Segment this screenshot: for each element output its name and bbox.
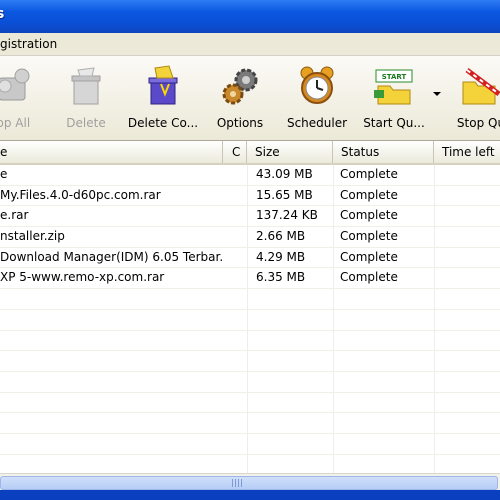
column-header-status[interactable]: Status: [333, 141, 434, 163]
title-bar[interactable]: s: [0, 0, 500, 33]
empty-row: [0, 393, 500, 414]
file-name-cell: XP 5-www.remo-xp.com.rar: [0, 270, 165, 285]
table-row[interactable]: nstaller.zip 2.66 MB Complete: [0, 227, 500, 248]
delete-icon: [71, 67, 101, 105]
stop-queue-label: Stop Qu: [456, 116, 500, 130]
svg-text:START: START: [382, 73, 407, 81]
stop-all-label: top All: [0, 116, 31, 130]
table-row[interactable]: e.rar 137.24 KB Complete: [0, 206, 500, 228]
empty-row: [0, 434, 500, 455]
delete-completed-button[interactable]: Delete Co...: [124, 58, 202, 136]
table-row[interactable]: e 43.09 MB Complete: [0, 165, 500, 186]
column-header-q[interactable]: C: [223, 141, 247, 163]
start-queue-icon: START: [374, 69, 413, 105]
scrollbar-thumb[interactable]: [0, 476, 498, 490]
file-name-cell: Download Manager(IDM) 6.05 Terbar...: [0, 249, 222, 264]
file-name-cell: e.rar: [0, 208, 29, 223]
menu-bar: gistration: [0, 33, 500, 56]
status-cell: Complete: [340, 249, 398, 264]
window-bottom-border: [0, 490, 500, 500]
stop-queue-button[interactable]: Stop Qu: [446, 58, 500, 136]
delete-button[interactable]: Delete: [58, 58, 114, 136]
file-name-cell: nstaller.zip: [0, 229, 65, 244]
start-queue-label: Start Qu...: [363, 116, 425, 130]
window-title: s: [0, 6, 5, 22]
size-cell: 6.35 MB: [256, 270, 306, 285]
stop-all-button[interactable]: top All: [0, 58, 42, 136]
column-header-time-left[interactable]: Time left: [434, 141, 500, 163]
empty-row: [0, 351, 500, 372]
status-cell: Complete: [340, 270, 398, 285]
empty-row: [0, 310, 500, 331]
file-name-cell: e: [0, 167, 8, 181]
size-cell: 137.24 KB: [256, 208, 318, 223]
menu-item-registration[interactable]: gistration: [0, 37, 57, 51]
stop-all-icon: [0, 68, 30, 101]
alarm-clock-icon: [300, 66, 334, 104]
status-cell: Complete: [340, 229, 398, 244]
start-queue-button[interactable]: START Start Qu...: [358, 58, 430, 136]
status-cell: Complete: [340, 187, 398, 202]
column-header-size[interactable]: Size: [247, 141, 333, 163]
stop-queue-icon: [462, 68, 500, 105]
size-cell: 4.29 MB: [256, 249, 306, 264]
file-name-cell: My.Files.4.0-d60pc.com.rar: [0, 187, 161, 202]
size-cell: 2.66 MB: [256, 229, 306, 244]
delete-completed-icon: [148, 65, 178, 105]
empty-row: [0, 331, 500, 352]
empty-row: [0, 289, 500, 310]
toolbar: top All Delete Delete Co... Options: [0, 56, 500, 141]
table-row[interactable]: Download Manager(IDM) 6.05 Terbar... 4.29…: [0, 248, 500, 269]
empty-row: [0, 413, 500, 434]
grip-icon: [232, 479, 242, 487]
download-list[interactable]: e C Size Status Time left e 43.09 MB Compl…: [0, 141, 500, 496]
horizontal-scrollbar[interactable]: [0, 473, 500, 491]
list-header: e C Size Status Time left: [0, 141, 500, 165]
table-row[interactable]: XP 5-www.remo-xp.com.rar 6.35 MB Complete: [0, 268, 500, 290]
empty-row: [0, 372, 500, 393]
gear-icon: [222, 68, 258, 105]
options-button[interactable]: Options: [212, 58, 268, 136]
start-queue-dropdown-arrow[interactable]: [433, 92, 441, 96]
status-cell: Complete: [340, 167, 398, 181]
size-cell: 15.65 MB: [256, 187, 313, 202]
table-row[interactable]: My.Files.4.0-d60pc.com.rar 15.65 MB Comple…: [0, 186, 500, 207]
list-rows: e 43.09 MB Complete My.Files.4.0-d60pc.com.…: [0, 165, 500, 496]
column-header-file-name[interactable]: e: [0, 141, 223, 163]
scheduler-button[interactable]: Scheduler: [282, 58, 352, 136]
options-label: Options: [216, 116, 264, 130]
status-cell: Complete: [340, 208, 398, 223]
delete-completed-label: Delete Co...: [127, 116, 199, 130]
size-cell: 43.09 MB: [256, 167, 313, 181]
scheduler-label: Scheduler: [286, 116, 348, 130]
delete-label: Delete: [66, 116, 106, 130]
